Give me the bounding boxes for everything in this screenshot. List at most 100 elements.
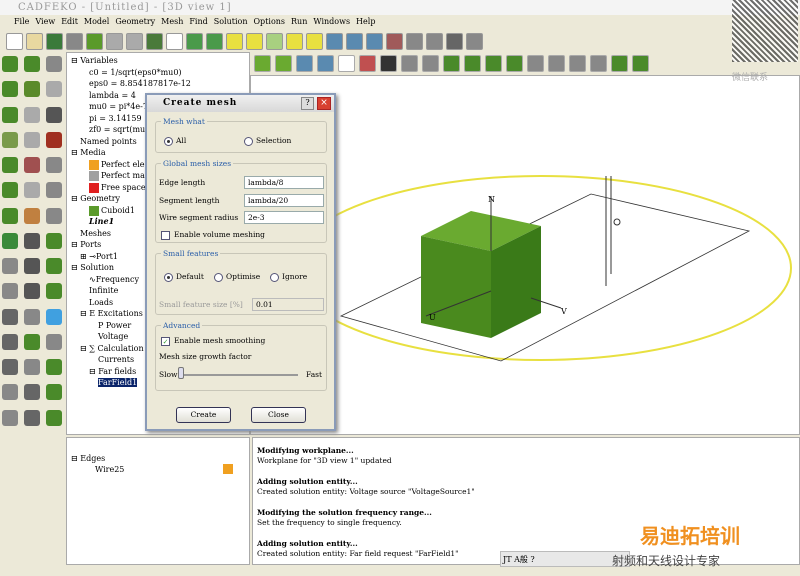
toolbar-button-icon[interactable] xyxy=(366,33,383,50)
palette-tool-icon[interactable] xyxy=(2,106,18,123)
palette-tool-icon[interactable] xyxy=(24,207,40,224)
palette-tool-icon[interactable] xyxy=(46,182,62,199)
palette-tool-icon[interactable] xyxy=(46,258,62,275)
palette-tool-icon[interactable] xyxy=(24,409,40,426)
view-toolbar-button-icon[interactable] xyxy=(527,55,544,72)
palette-tool-icon[interactable] xyxy=(24,258,40,275)
palette-tool-icon[interactable] xyxy=(46,232,62,249)
view-toolbar-button-icon[interactable] xyxy=(422,55,439,72)
palette-tool-icon[interactable] xyxy=(2,409,18,426)
view-toolbar-button-icon[interactable] xyxy=(359,55,376,72)
radio-default[interactable]: Default xyxy=(164,272,204,282)
toolbar-button-icon[interactable] xyxy=(446,33,463,50)
toolbar-button-icon[interactable] xyxy=(146,33,163,50)
toolbar-button-icon[interactable] xyxy=(66,33,83,50)
menu-windows[interactable]: Windows xyxy=(313,17,350,26)
help-button[interactable]: ? xyxy=(301,97,314,110)
palette-tool-icon[interactable] xyxy=(2,56,18,72)
view-toolbar-button-icon[interactable] xyxy=(464,55,481,72)
tree-item[interactable]: eps0 = 8.854187817e-12 xyxy=(71,78,245,90)
toolbar-button-icon[interactable] xyxy=(286,33,303,50)
edge-length-input[interactable]: lambda/8 xyxy=(244,176,324,189)
toolbar-button-icon[interactable] xyxy=(46,33,63,50)
palette-tool-icon[interactable] xyxy=(2,333,18,350)
palette-tool-icon[interactable] xyxy=(2,207,18,224)
volume-meshing-checkbox[interactable]: Enable volume meshing xyxy=(161,230,265,240)
menu-solution[interactable]: Solution xyxy=(214,17,248,26)
menu-geometry[interactable]: Geometry xyxy=(115,17,155,26)
palette-tool-icon[interactable] xyxy=(2,384,18,401)
close-button[interactable]: Close xyxy=(251,407,306,423)
radio-all[interactable]: All xyxy=(164,136,186,146)
view-toolbar-button-icon[interactable] xyxy=(590,55,607,72)
menu-mesh[interactable]: Mesh xyxy=(161,17,183,26)
view-toolbar-button-icon[interactable] xyxy=(569,55,586,72)
palette-tool-icon[interactable] xyxy=(46,81,62,98)
menu-run[interactable]: Run xyxy=(291,17,307,26)
toolbar-button-icon[interactable] xyxy=(206,33,223,50)
ime-bar[interactable]: JT A般 ? xyxy=(500,551,630,567)
view-toolbar-button-icon[interactable] xyxy=(611,55,628,72)
toolbar-button-icon[interactable] xyxy=(246,33,263,50)
view-toolbar-button-icon[interactable] xyxy=(380,55,397,72)
view-toolbar-button-icon[interactable] xyxy=(317,55,334,72)
menu-options[interactable]: Options xyxy=(254,17,286,26)
radio-ignore[interactable]: Ignore xyxy=(270,272,307,282)
toolbar-button-icon[interactable] xyxy=(466,33,483,50)
palette-tool-icon[interactable] xyxy=(24,333,40,350)
details-edges[interactable]: ⊟ Edges xyxy=(71,454,105,463)
view-toolbar-button-icon[interactable] xyxy=(485,55,502,72)
view-toolbar-button-icon[interactable] xyxy=(632,55,649,72)
palette-tool-icon[interactable] xyxy=(46,131,62,148)
toolbar-button-icon[interactable] xyxy=(86,33,103,50)
palette-tool-icon[interactable] xyxy=(24,56,40,72)
palette-tool-icon[interactable] xyxy=(46,409,62,426)
toolbar-button-icon[interactable] xyxy=(106,33,123,50)
palette-tool-icon[interactable] xyxy=(46,308,62,325)
close-x-button[interactable]: × xyxy=(317,97,331,110)
view-toolbar-button-icon[interactable] xyxy=(296,55,313,72)
view-toolbar-button-icon[interactable] xyxy=(338,55,355,72)
palette-tool-icon[interactable] xyxy=(2,81,18,98)
view-toolbar-button-icon[interactable] xyxy=(254,55,271,72)
view-toolbar-button-icon[interactable] xyxy=(548,55,565,72)
palette-tool-icon[interactable] xyxy=(24,182,40,199)
growth-slider-thumb[interactable] xyxy=(178,367,184,379)
palette-tool-icon[interactable] xyxy=(2,131,18,148)
tree-item[interactable]: c0 = 1/sqrt(eps0*mu0) xyxy=(71,67,245,79)
toolbar-button-icon[interactable] xyxy=(346,33,363,50)
view-toolbar-button-icon[interactable] xyxy=(506,55,523,72)
small-feature-size-input[interactable]: 0.01 xyxy=(252,298,324,311)
menu-edit[interactable]: Edit xyxy=(61,17,78,26)
palette-tool-icon[interactable] xyxy=(46,333,62,350)
toolbar-button-icon[interactable] xyxy=(386,33,403,50)
palette-tool-icon[interactable] xyxy=(2,258,18,275)
toolbar-button-icon[interactable] xyxy=(166,33,183,50)
view-toolbar-button-icon[interactable] xyxy=(443,55,460,72)
palette-tool-icon[interactable] xyxy=(46,283,62,300)
mesh-smoothing-checkbox[interactable]: ✓ Enable mesh smoothing xyxy=(161,336,265,346)
palette-tool-icon[interactable] xyxy=(24,359,40,376)
palette-tool-icon[interactable] xyxy=(24,131,40,148)
growth-slider-track[interactable] xyxy=(180,374,298,376)
view-toolbar-button-icon[interactable] xyxy=(275,55,292,72)
toolbar-button-icon[interactable] xyxy=(6,33,23,50)
palette-tool-icon[interactable] xyxy=(24,232,40,249)
toolbar-button-icon[interactable] xyxy=(426,33,443,50)
menu-file[interactable]: File xyxy=(14,17,29,26)
palette-tool-icon[interactable] xyxy=(24,283,40,300)
toolbar-button-icon[interactable] xyxy=(186,33,203,50)
palette-tool-icon[interactable] xyxy=(2,359,18,376)
wire-radius-input[interactable]: 2e-3 xyxy=(244,211,324,224)
menu-help[interactable]: Help xyxy=(356,17,375,26)
toolbar-button-icon[interactable] xyxy=(266,33,283,50)
details-wire[interactable]: Wire25 xyxy=(95,465,124,474)
create-button[interactable]: Create xyxy=(176,407,231,423)
palette-tool-icon[interactable] xyxy=(2,182,18,199)
palette-tool-icon[interactable] xyxy=(2,283,18,300)
palette-tool-icon[interactable] xyxy=(46,359,62,376)
toolbar-button-icon[interactable] xyxy=(406,33,423,50)
palette-tool-icon[interactable] xyxy=(24,81,40,98)
view-toolbar-button-icon[interactable] xyxy=(401,55,418,72)
palette-tool-icon[interactable] xyxy=(46,106,62,123)
